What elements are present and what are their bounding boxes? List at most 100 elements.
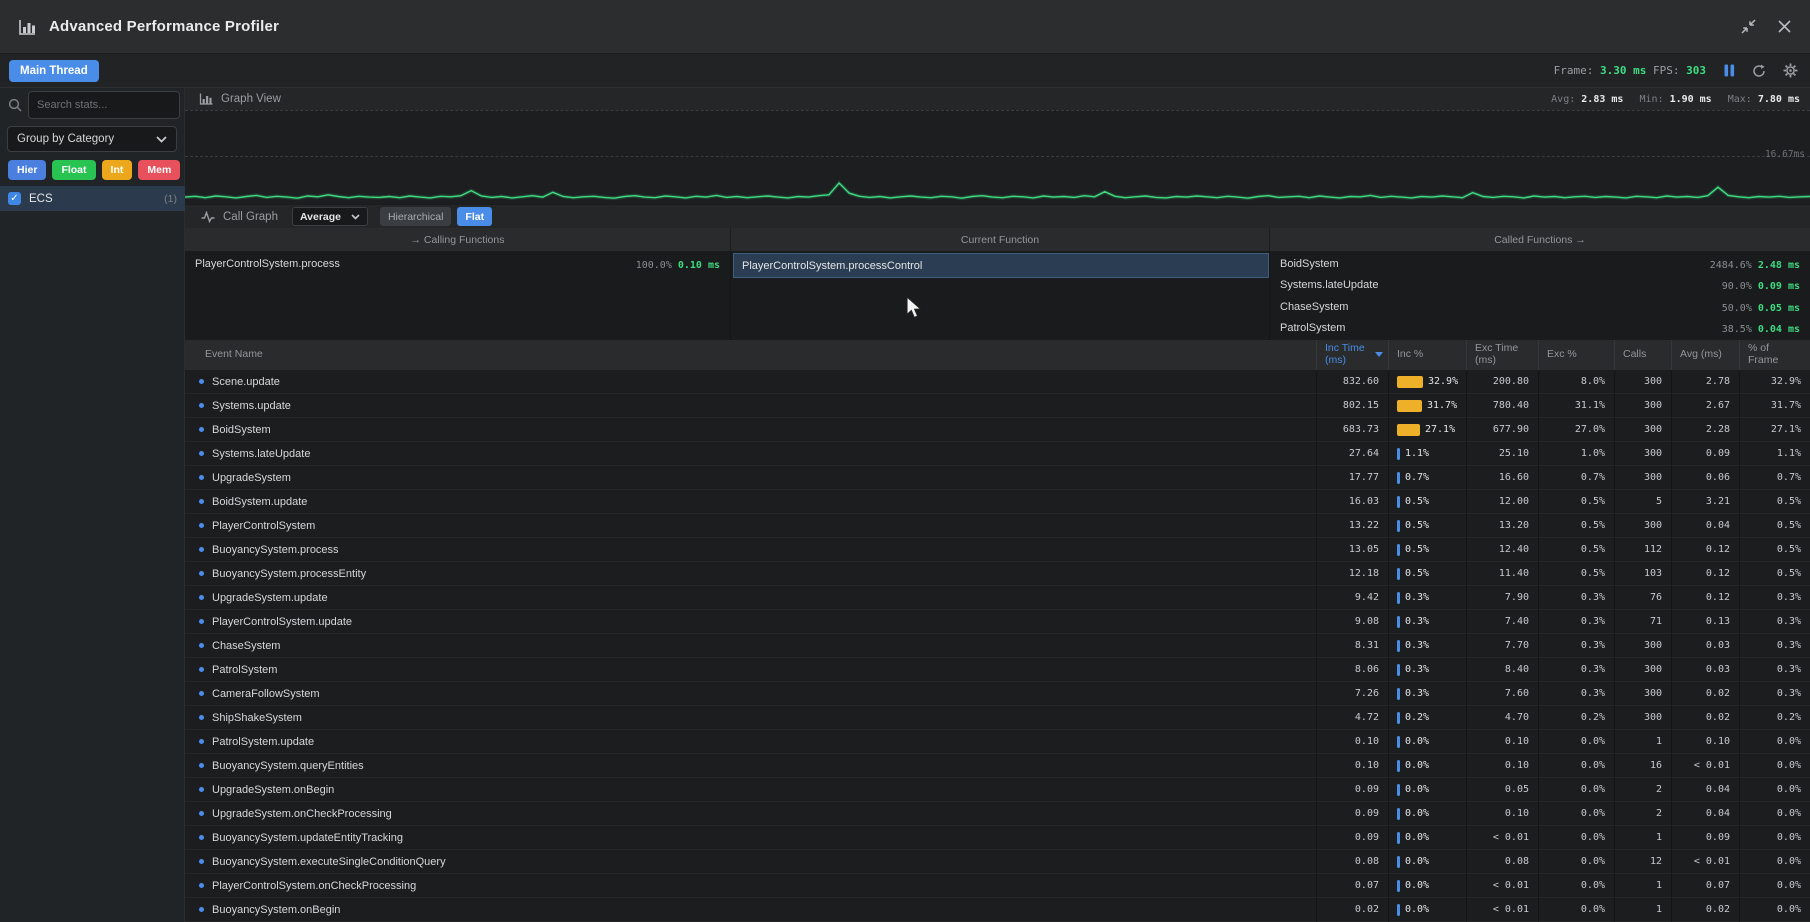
frame-time-sparkline [185,111,1810,205]
group-by-dropdown[interactable]: Group by Category [7,126,177,152]
inc-time-cell: 0.07 [1316,874,1388,898]
exc-time-cell: < 0.01 [1466,898,1538,922]
frame-time-graph[interactable]: 16.67ms [185,110,1810,204]
avg-cell: 0.07 [1671,874,1739,898]
column-header-inc-pct[interactable]: Inc % [1388,340,1466,370]
inc-pct-bar [1397,568,1400,580]
frame-pct-cell: 0.0% [1739,898,1810,922]
calls-cell: 300 [1614,634,1671,658]
call-graph-row[interactable]: Systems.lateUpdate 90.0%0.09 ms [1270,275,1810,297]
table-row[interactable]: PlayerControlSystem 13.22 0.5% 13.20 0.5… [185,514,1810,538]
call-graph-row[interactable]: ChaseSystem 50.0%0.05 ms [1270,296,1810,318]
table-row[interactable]: BuoyancySystem.updateEntityTracking 0.09… [185,826,1810,850]
column-header-frame-pct[interactable]: % of Frame [1739,340,1810,370]
filter-chip-float[interactable]: Float [52,160,95,180]
table-row[interactable]: PlayerControlSystem.update 9.08 0.3% 7.4… [185,610,1810,634]
inc-pct-cell: 0.3% [1388,634,1466,658]
event-dot-icon [199,379,204,384]
collapse-window-icon[interactable] [1740,18,1757,35]
inc-time-cell: 683.73 [1316,418,1388,442]
pause-icon[interactable] [1724,64,1735,77]
column-header-avg[interactable]: Avg (ms) [1671,340,1739,370]
column-header-inc-time[interactable]: Inc Time (ms) [1316,340,1388,370]
table-row[interactable]: BuoyancySystem.processEntity 12.18 0.5% … [185,562,1810,586]
exc-pct-cell: 0.0% [1538,802,1614,826]
table-row[interactable]: Systems.update 802.15 31.7% 780.40 31.1%… [185,394,1810,418]
calls-cell: 2 [1614,778,1671,802]
table-row[interactable]: BoidSystem 683.73 27.1% 677.90 27.0% 300… [185,418,1810,442]
event-dot-icon [199,547,204,552]
column-header-exc-time[interactable]: Exc Time (ms) [1466,340,1538,370]
refresh-icon[interactable] [1752,64,1766,78]
main-thread-tab[interactable]: Main Thread [9,60,99,82]
table-row[interactable]: BoidSystem.update 16.03 0.5% 12.00 0.5% … [185,490,1810,514]
table-row[interactable]: BuoyancySystem.queryEntities 0.10 0.0% 0… [185,754,1810,778]
column-header-event-name[interactable]: Event Name [185,340,1316,370]
column-header-exc-pct[interactable]: Exc % [1538,340,1614,370]
table-row[interactable]: UpgradeSystem.onCheckProcessing 0.09 0.0… [185,802,1810,826]
inc-pct-bar [1397,712,1400,724]
call-graph-row[interactable]: BoidSystem 2484.6%2.48 ms [1270,253,1810,275]
event-dot-icon [199,763,204,768]
calls-cell: 300 [1614,442,1671,466]
inc-pct-cell: 32.9% [1388,370,1466,394]
inc-pct-bar [1397,400,1422,412]
event-dot-icon [199,427,204,432]
exc-time-cell: 8.40 [1466,658,1538,682]
table-row[interactable]: Scene.update 832.60 32.9% 200.80 8.0% 30… [185,370,1810,394]
frame-pct-cell: 0.0% [1739,802,1810,826]
table-row[interactable]: BuoyancySystem.executeSingleConditionQue… [185,850,1810,874]
table-row[interactable]: BuoyancySystem.onBegin 0.02 0.0% < 0.01 … [185,898,1810,922]
checkbox-checked-icon[interactable]: ✓ [8,192,21,205]
table-row[interactable]: BuoyancySystem.process 13.05 0.5% 12.40 … [185,538,1810,562]
inc-time-cell: 8.06 [1316,658,1388,682]
table-row[interactable]: UpgradeSystem.onBegin 0.09 0.0% 0.05 0.0… [185,778,1810,802]
event-name: BoidSystem.update [212,496,307,508]
inc-time-cell: 0.10 [1316,730,1388,754]
inc-pct-cell: 0.5% [1388,514,1466,538]
table-row[interactable]: PatrolSystem 8.06 0.3% 8.40 0.3% 300 0.0… [185,658,1810,682]
inc-time-cell: 16.03 [1316,490,1388,514]
search-stats-input[interactable] [28,91,180,119]
exc-time-cell: 25.10 [1466,442,1538,466]
inc-pct-cell: 27.1% [1388,418,1466,442]
hierarchical-button[interactable]: Hierarchical [380,207,451,226]
event-dot-icon [199,787,204,792]
table-row[interactable]: CameraFollowSystem 7.26 0.3% 7.60 0.3% 3… [185,682,1810,706]
inc-time-cell: 9.08 [1316,610,1388,634]
called-functions-header: Called Functions → [1270,228,1810,251]
calls-cell: 300 [1614,418,1671,442]
table-row[interactable]: UpgradeSystem 17.77 0.7% 16.60 0.7% 300 … [185,466,1810,490]
filter-chip-int[interactable]: Int [102,160,133,180]
table-row[interactable]: ChaseSystem 8.31 0.3% 7.70 0.3% 300 0.03… [185,634,1810,658]
table-row[interactable]: ShipShakeSystem 4.72 0.2% 4.70 0.2% 300 … [185,706,1810,730]
current-function-item[interactable]: PlayerControlSystem.processControl [733,253,1269,278]
exc-pct-cell: 0.5% [1538,562,1614,586]
call-graph-body: PlayerControlSystem.process 100.0%0.10 m… [185,251,1810,340]
call-graph-row[interactable]: PlayerControlSystem.process 100.0%0.10 m… [185,253,730,275]
event-dot-icon [199,883,204,888]
thread-bar: Main Thread Frame: 3.30 ms FPS: 303 [0,54,1810,88]
close-icon[interactable] [1777,19,1792,34]
avg-cell: < 0.01 [1671,850,1739,874]
table-row[interactable]: Systems.lateUpdate 27.64 1.1% 25.10 1.0%… [185,442,1810,466]
call-graph-activity-icon [201,211,215,223]
frame-pct-cell: 0.3% [1739,610,1810,634]
gear-icon[interactable] [1783,63,1798,78]
filter-chip-hier[interactable]: Hier [8,160,46,180]
aggregation-dropdown[interactable]: Average [292,207,368,226]
column-header-calls[interactable]: Calls [1614,340,1671,370]
filter-chip-mem[interactable]: Mem [138,160,180,180]
avg-cell: 0.02 [1671,898,1739,922]
table-row[interactable]: PlayerControlSystem.onCheckProcessing 0.… [185,874,1810,898]
flat-button[interactable]: Flat [457,207,492,226]
call-graph-row[interactable]: PatrolSystem 38.5%0.04 ms [1270,318,1810,340]
event-name: UpgradeSystem.onCheckProcessing [212,808,392,820]
exc-time-cell: 780.40 [1466,394,1538,418]
inc-time-cell: 0.09 [1316,826,1388,850]
sidebar-item-ecs[interactable]: ✓ ECS (1) [0,186,185,211]
avg-cell: 2.28 [1671,418,1739,442]
table-row[interactable]: UpgradeSystem.update 9.42 0.3% 7.90 0.3%… [185,586,1810,610]
table-row[interactable]: PatrolSystem.update 0.10 0.0% 0.10 0.0% … [185,730,1810,754]
inc-pct-bar [1397,592,1400,604]
